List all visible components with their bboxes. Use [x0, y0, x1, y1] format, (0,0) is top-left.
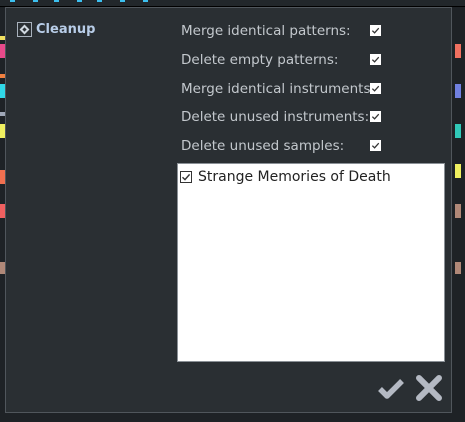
- cleanup-dialog: Cleanup Merge identical patterns: Delete…: [5, 7, 452, 413]
- option-label: Delete empty patterns:: [181, 52, 339, 68]
- list-item[interactable]: Strange Memories of Death: [178, 164, 444, 185]
- timeline-marker: [77, 0, 82, 2]
- timeline-marker: [54, 0, 59, 2]
- merge-patterns-checkbox[interactable]: [370, 25, 381, 36]
- timeline-marker: [97, 0, 102, 2]
- timeline-marker: [143, 0, 148, 2]
- option-label: Delete unused samples:: [181, 138, 345, 154]
- song-checkbox[interactable]: [180, 171, 192, 183]
- option-label: Delete unused instruments:: [181, 109, 370, 125]
- confirm-button[interactable]: [377, 374, 405, 402]
- pattern-block: [455, 164, 461, 178]
- dialog-title: Cleanup: [17, 22, 95, 37]
- merge-instruments-checkbox[interactable]: [370, 83, 381, 94]
- timeline-marker: [120, 0, 125, 2]
- cancel-button[interactable]: [415, 374, 443, 402]
- timeline-marker: [33, 0, 38, 2]
- delete-unused-samples-checkbox[interactable]: [370, 140, 381, 151]
- close-icon: [416, 375, 442, 401]
- song-list[interactable]: Strange Memories of Death: [177, 163, 445, 362]
- pattern-block: [455, 262, 461, 274]
- check-icon: [378, 379, 404, 399]
- background-timeline: [0, 0, 465, 7]
- timeline-marker: [10, 0, 15, 2]
- song-name: Strange Memories of Death: [198, 169, 391, 185]
- delete-empty-patterns-checkbox[interactable]: [370, 54, 381, 65]
- option-label: Merge identical instruments:: [181, 81, 376, 97]
- delete-unused-instruments-checkbox[interactable]: [370, 111, 381, 122]
- dialog-title-text: Cleanup: [36, 22, 96, 37]
- option-label: Merge identical patterns:: [181, 23, 351, 39]
- pattern-block: [455, 44, 461, 58]
- pattern-block: [455, 124, 461, 138]
- diamond-icon: [17, 22, 32, 37]
- pattern-block: [455, 84, 461, 98]
- pattern-block: [455, 204, 461, 218]
